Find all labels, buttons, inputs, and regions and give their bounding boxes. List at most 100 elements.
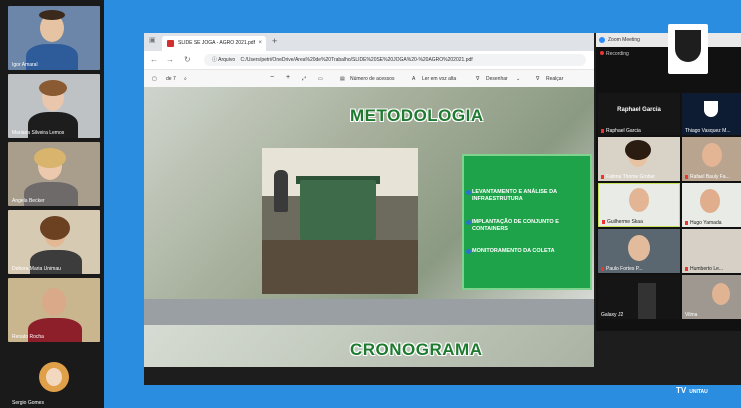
tv-watermark: TV UNITAU: [676, 386, 708, 395]
participant-tile[interactable]: Igor Amaral: [8, 6, 100, 70]
zoom-participant-tile[interactable]: Guilherme Skaa: [598, 183, 680, 227]
participant-face: [712, 283, 730, 305]
url-prefix: Arquivo: [218, 57, 236, 63]
zoom-participant-tile[interactable]: Vilma: [682, 275, 741, 319]
participant-tile[interactable]: Angela Becker: [8, 142, 100, 206]
zoom-panel: Zoom Meeting Recording Raphael Garcia Ra…: [596, 33, 741, 331]
unitau-shield-icon: [675, 30, 701, 62]
access-icon[interactable]: ▤: [340, 76, 345, 82]
close-tab-icon[interactable]: ×: [258, 36, 262, 51]
participant-name: Sergio Gomes: [12, 400, 44, 406]
share-bottom-bar: [144, 367, 594, 385]
muted-mic-icon: [601, 174, 604, 179]
page-separator: [144, 299, 594, 325]
tab-actions-icon[interactable]: ▣: [149, 36, 156, 44]
highlight-button[interactable]: Realçar: [546, 76, 563, 82]
new-tab-button[interactable]: +: [272, 36, 277, 46]
read-aloud-icon[interactable]: A: [412, 76, 415, 82]
participant-name: Igor Amaral: [12, 62, 38, 68]
access-numbers-button[interactable]: Número de acessos: [350, 76, 394, 82]
participant-hair: [34, 148, 66, 168]
page-count: de 7: [166, 76, 176, 82]
zoom-participant-tile[interactable]: Fatima Thome Grober: [598, 137, 680, 181]
highlight-icon[interactable]: ∇: [536, 76, 539, 82]
zoom-in-button[interactable]: +: [286, 74, 290, 81]
unitau-logo-icon: [704, 101, 718, 117]
participant-name: Raphael Garcia: [601, 128, 641, 134]
participant-name: Humberto Le...: [685, 266, 723, 272]
pdf-icon: [167, 40, 174, 47]
info-icon: ⓘ: [212, 57, 218, 63]
back-icon[interactable]: ←: [150, 55, 158, 64]
tab-bar: ▣ SLIDE SE JOGA - AGRO 2021.pdf × +: [144, 33, 594, 51]
zoom-participant-tile[interactable]: Paulo Fortes P...: [598, 229, 680, 273]
search-icon[interactable]: ⌕: [184, 76, 187, 82]
participant-hair: [40, 216, 70, 240]
address-bar: ← → ↻ ⓘ Arquivo C:/Users/petri/OneDrive/…: [144, 51, 594, 70]
participant-name: Hugo Yamada: [685, 220, 722, 226]
photo-person: [274, 170, 288, 212]
tab-title: SLIDE SE JOGA - AGRO 2021.pdf: [178, 40, 255, 46]
zoom-out-button[interactable]: −: [270, 74, 274, 81]
bullet-icon: [466, 249, 471, 254]
browser-tab[interactable]: SLIDE SE JOGA - AGRO 2021.pdf ×: [162, 36, 266, 51]
pdf-page: METODOLOGIA LEVANTAMENTO E ANÁLISE DA IN…: [144, 87, 594, 367]
participant-name: Angela Becker: [12, 198, 45, 204]
slide-title: METODOLOGIA: [350, 106, 484, 125]
muted-mic-icon: [685, 220, 688, 225]
refresh-icon[interactable]: ↻: [184, 55, 191, 64]
recording-indicator: Recording: [600, 51, 629, 57]
active-speaker-name: Raphael Garcia: [617, 107, 661, 113]
participant-strip: Igor Amaral Mariana Silveira Lemos Angel…: [0, 0, 104, 408]
methodology-item: LEVANTAMENTO E ANÁLISE DA INFRAESTRUTURA: [466, 189, 588, 203]
url-text: C:/Users/petri/OneDrive/Area%20de%20Trab…: [240, 57, 473, 63]
forward-icon[interactable]: →: [166, 55, 174, 64]
participant-hair: [39, 80, 67, 96]
zoom-participant-tile[interactable]: Hugo Yamada: [682, 183, 741, 227]
next-slide-title: CRONOGRAMA: [350, 340, 483, 359]
participant-name: Vilma: [685, 312, 698, 318]
participant-face: [46, 368, 62, 386]
participant-face: [700, 189, 720, 213]
zoom-window-title: Zoom Meeting: [608, 37, 640, 43]
shared-screen: ▣ SLIDE SE JOGA - AGRO 2021.pdf × + ← → …: [144, 33, 741, 385]
participant-tile[interactable]: Sergio Gomes: [8, 346, 100, 408]
url-field[interactable]: ⓘ Arquivo C:/Users/petri/OneDrive/Area%2…: [204, 54, 586, 66]
photo-ground: [262, 240, 418, 294]
muted-mic-icon: [685, 174, 688, 179]
participant-tile[interactable]: Debora Maria Unimau: [8, 210, 100, 274]
methodology-box: LEVANTAMENTO E ANÁLISE DA INFRAESTRUTURA…: [462, 154, 592, 290]
muted-mic-icon: [601, 128, 604, 133]
fit-page-icon[interactable]: ⤢: [302, 76, 306, 82]
page-input[interactable]: ▢: [152, 76, 157, 82]
zoom-participant-tile[interactable]: Thiago Vasquez M...: [682, 93, 741, 135]
bullet-icon: [466, 190, 471, 195]
unitau-logo: [668, 24, 708, 74]
participant-face: [628, 235, 650, 261]
zoom-participant-tile[interactable]: Raphael Garcia Raphael Garcia: [598, 93, 680, 135]
participant-name: Paulo Fortes P...: [601, 266, 643, 272]
zoom-participant-tile[interactable]: Galaxy J2: [598, 275, 680, 319]
participant-name: Debora Maria Unimau: [12, 266, 61, 272]
participant-face: [702, 143, 722, 167]
rotate-icon[interactable]: ▭: [318, 76, 323, 82]
draw-icon[interactable]: ∇: [476, 76, 479, 82]
zoom-participant-tile[interactable]: Humberto Le...: [682, 229, 741, 273]
record-icon: [600, 51, 604, 55]
participant-silhouette: [638, 283, 656, 319]
participant-name: Thiago Vasquez M...: [685, 128, 731, 134]
read-aloud-button[interactable]: Ler em voz alta: [422, 76, 456, 82]
zoom-participant-tile[interactable]: Rafael Bauly Fa...: [682, 137, 741, 181]
slide-photo: [262, 148, 418, 294]
participant-name: Mariana Silveira Lemos: [12, 130, 65, 136]
muted-mic-icon: [685, 266, 688, 271]
participant-face: [629, 188, 649, 212]
participant-face: [42, 288, 66, 316]
muted-mic-icon: [601, 266, 604, 271]
participant-tile[interactable]: Renato Rocha: [8, 278, 100, 342]
chevron-down-icon[interactable]: ⌄: [516, 76, 520, 82]
participant-hair: [625, 140, 651, 160]
participant-tile[interactable]: Mariana Silveira Lemos: [8, 74, 100, 138]
zoom-icon: [599, 37, 605, 43]
draw-button[interactable]: Desenhar: [486, 76, 508, 82]
